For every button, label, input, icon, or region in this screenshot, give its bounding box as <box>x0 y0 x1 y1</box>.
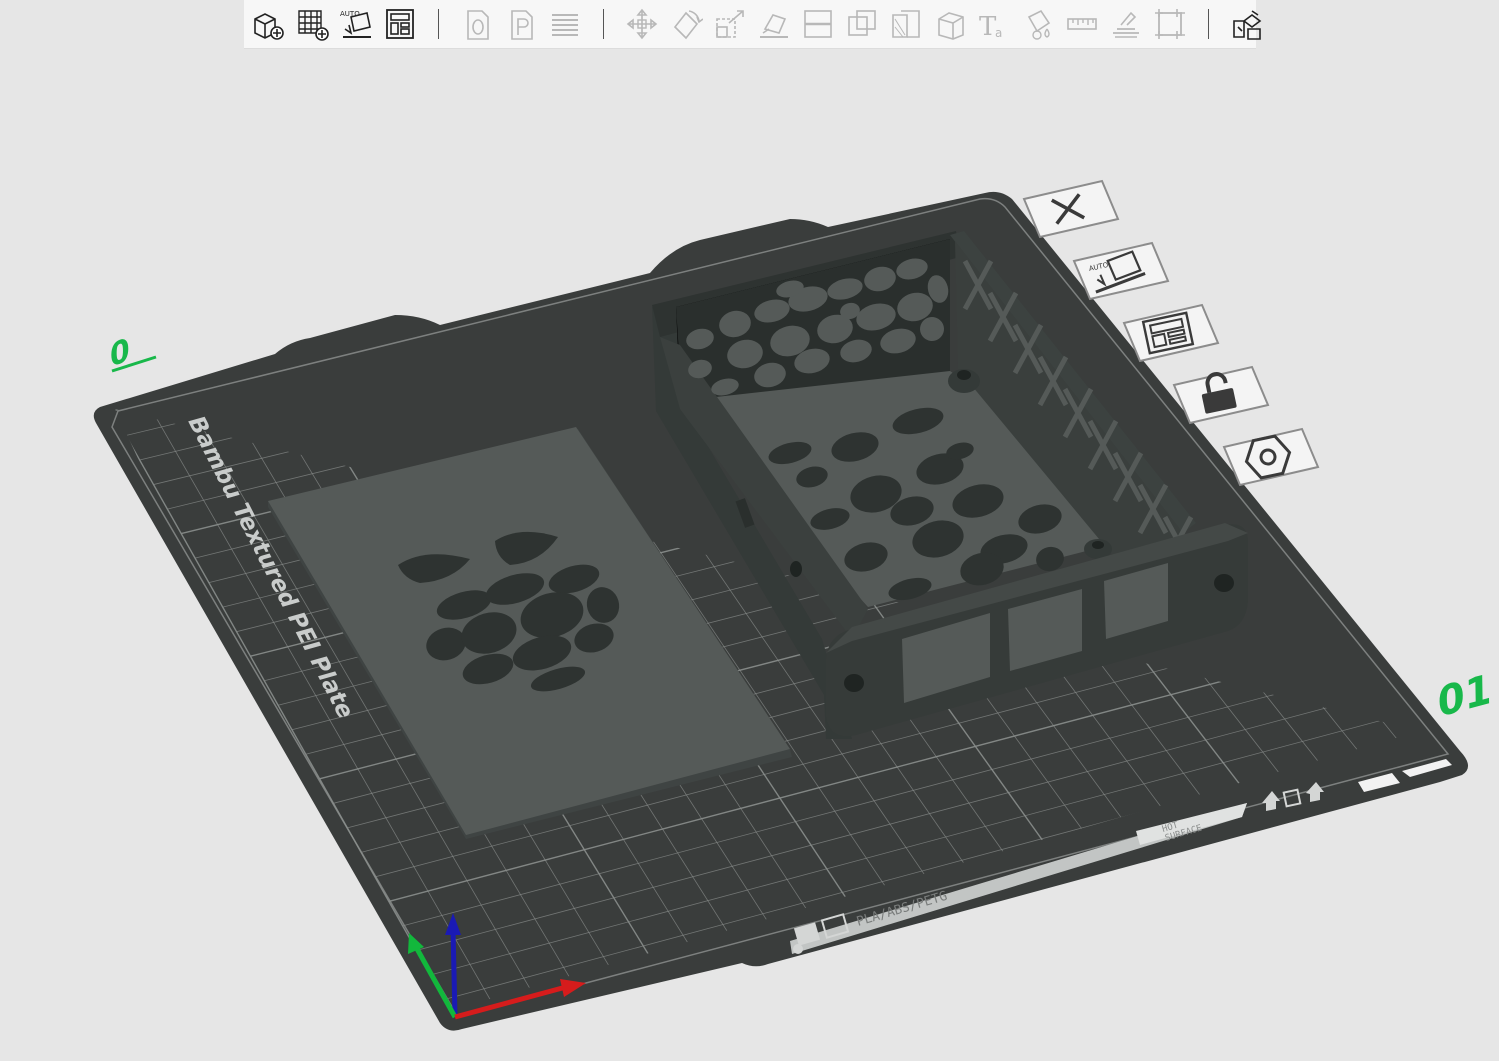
scale-button[interactable] <box>708 2 752 46</box>
scene-canvas[interactable]: Bambu Textured PEI Plate PLA/ABS/PETG HO… <box>0 49 1499 1061</box>
delete-plate-button[interactable] <box>1022 179 1120 239</box>
arrange-plate-button[interactable] <box>1122 303 1220 363</box>
emboss-button[interactable] <box>1104 2 1148 46</box>
case-standoff-hole <box>957 370 971 380</box>
rotate-icon <box>673 10 703 40</box>
cut-button[interactable] <box>796 2 840 46</box>
support-paint-button[interactable] <box>884 2 928 46</box>
text-icon: Ta <box>979 12 1002 41</box>
plate-settings-button[interactable] <box>1222 427 1320 487</box>
text-button[interactable]: Ta <box>972 2 1016 46</box>
seam-paint-button[interactable] <box>928 2 972 46</box>
assembly-view-icon <box>1233 10 1262 40</box>
case-mount-hole <box>844 674 864 692</box>
move-button[interactable] <box>620 2 664 46</box>
split-to-objects-icon <box>467 10 489 40</box>
auto-orient-button[interactable]: AUTO <box>334 2 378 46</box>
color-paint-button[interactable] <box>1016 2 1060 46</box>
move-icon <box>626 8 658 40</box>
arrange-icon <box>386 9 414 39</box>
3d-viewport[interactable]: Bambu Textured PEI Plate PLA/ABS/PETG HO… <box>0 49 1499 1031</box>
add-object-button[interactable] <box>246 2 290 46</box>
auto-orient-icon: AUTO <box>340 10 371 38</box>
emboss-icon <box>1113 11 1139 38</box>
lock-plate-button[interactable] <box>1172 365 1270 425</box>
add-plate-button[interactable] <box>290 2 334 46</box>
toolbar-separator <box>1208 9 1209 39</box>
assembly-icon <box>1155 9 1185 39</box>
add-object-icon <box>254 13 284 40</box>
svg-text:a: a <box>995 26 1002 40</box>
case-side-port <box>790 561 802 577</box>
assembly-view-button[interactable] <box>1225 2 1269 46</box>
layers-button[interactable] <box>543 2 587 46</box>
support-paint-icon <box>892 10 920 38</box>
svg-text:AUTO: AUTO <box>340 10 360 18</box>
split-to-parts-button[interactable] <box>499 2 543 46</box>
axis-z <box>450 928 458 1018</box>
assembly-button[interactable] <box>1148 2 1192 46</box>
lay-on-face-button[interactable] <box>752 2 796 46</box>
split-to-objects-button[interactable] <box>455 2 499 46</box>
seam-paint-icon <box>938 12 964 40</box>
toolbar-separator <box>438 9 439 39</box>
lay-on-face-icon <box>760 14 788 38</box>
case-standoff-hole <box>1092 541 1104 549</box>
plate-number-label: 01 <box>1437 664 1492 727</box>
color-paint-icon <box>1027 9 1051 40</box>
boolean-button[interactable] <box>840 2 884 46</box>
arrange-button[interactable] <box>378 2 422 46</box>
measure-button[interactable] <box>1060 2 1104 46</box>
split-to-parts-icon <box>511 10 533 40</box>
toolbar-separator <box>603 9 604 39</box>
auto-orient-plate-button[interactable]: AUTO <box>1072 241 1170 301</box>
boolean-icon <box>848 10 876 36</box>
case-mount-hole <box>1214 574 1234 592</box>
cut-icon <box>804 10 832 38</box>
top-toolbar: AUTO Ta <box>244 0 1262 49</box>
rotate-button[interactable] <box>664 2 708 46</box>
scale-icon <box>716 10 744 38</box>
measure-icon <box>1067 18 1097 30</box>
layers-icon <box>552 14 578 36</box>
add-plate-icon <box>298 10 329 41</box>
plate-control-bg <box>1072 241 1170 301</box>
